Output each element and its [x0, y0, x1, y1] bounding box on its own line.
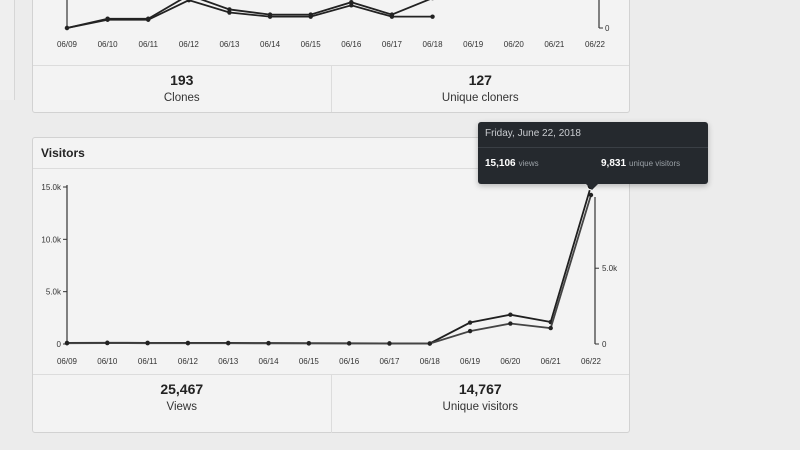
clones-x-tick-label: 06/12	[179, 40, 200, 49]
views-stat: 25,467 Views	[33, 375, 331, 433]
tooltip-arrow	[586, 184, 598, 190]
clones-x-tick-label: 06/11	[139, 40, 159, 49]
unique-cloners-stat: 127 Unique cloners	[330, 66, 630, 112]
tooltip-uniques: 9,831 unique visitors	[601, 158, 680, 169]
clones-x-tick-label: 06/09	[57, 40, 78, 49]
visitors-point-1-0	[64, 341, 70, 346]
unique-visitors-count: 14,767	[458, 381, 502, 397]
clones-x-tick-label: 06/21	[544, 40, 565, 49]
clones-point-1-5	[267, 14, 273, 19]
clones-stats: 193 Clones 127 Unique cloners	[33, 65, 629, 112]
clones-right-zero-label: 0	[605, 24, 610, 33]
visitors-point-1-13	[588, 192, 594, 198]
tooltip-views: 15,106 views	[485, 158, 539, 169]
visitors-point-1-1	[105, 340, 110, 346]
visitors-point-1-6	[306, 341, 312, 346]
visitors-point-1-5	[266, 341, 271, 346]
visitors-left-tick-label: 10.0k	[41, 235, 62, 244]
visitors-left-tick-label: 15.0k	[41, 183, 62, 192]
visitors-x-tick-label: 06/20	[500, 357, 521, 366]
visitors-x-tick-label: 06/09	[57, 357, 78, 366]
visitors-x-tick-label: 06/16	[339, 357, 360, 366]
visitors-point-0-10	[467, 320, 473, 325]
visitors-x-tick-label: 06/10	[97, 357, 118, 366]
chart-tooltip: Friday, June 22, 2018 15,106 views 9,831 u…	[478, 122, 708, 190]
tooltip-uniques-value: 9,831	[601, 158, 627, 169]
unique-visitors-stat: 14,767 Unique visitors	[330, 375, 630, 433]
clones-x-tick-label: 06/13	[219, 40, 240, 49]
tooltip-views-label: views	[518, 159, 539, 168]
tooltip-views-value: 15,106	[485, 158, 516, 169]
clones-stat: 193 Clones	[33, 66, 331, 112]
visitors-left-tick-label: 0	[57, 340, 62, 349]
visitors-left-tick-label: 5.0k	[46, 288, 62, 297]
tooltip-date: Friday, June 22, 2018	[485, 128, 581, 139]
visitors-x-tick-label: 06/21	[541, 357, 562, 366]
clones-point-1-2	[146, 17, 151, 22]
visitors-x-tick-label: 06/15	[299, 357, 320, 366]
visitors-x-tick-label: 06/14	[259, 357, 280, 366]
clones-point-1-0	[64, 25, 70, 31]
clones-x-tick-label: 06/14	[260, 40, 281, 49]
clones-x-tick-label: 06/20	[504, 40, 525, 49]
clones-x-tick-label: 06/10	[98, 40, 119, 49]
visitors-point-1-11	[508, 321, 513, 326]
clones-point-1-9	[430, 14, 435, 19]
unique-visitors-label: Unique visitors	[442, 401, 518, 413]
visitors-point-1-10	[467, 328, 473, 334]
clones-point-1-6	[308, 14, 313, 19]
clones-point-1-4	[227, 10, 232, 15]
visitors-x-tick-label: 06/18	[420, 357, 441, 366]
visitors-point-1-3	[185, 341, 191, 346]
views-label: Views	[166, 401, 197, 413]
clones-point-1-7	[349, 3, 354, 8]
clones-point-1-3	[186, 0, 192, 3]
visitors-series-line-views	[66, 185, 592, 345]
visitors-point-1-12	[548, 325, 553, 331]
clones-x-tick-label: 06/16	[341, 40, 362, 49]
visitors-x-tick-label: 06/13	[218, 357, 239, 366]
visitors-title: Visitors	[41, 146, 85, 160]
visitors-stats: 25,467 Views 14,767 Unique visitors	[33, 374, 629, 433]
clones-x-tick-label: 06/15	[301, 40, 322, 49]
visitors-x-tick-label: 06/19	[460, 357, 481, 366]
visitors-x-tick-label: 06/11	[138, 357, 158, 366]
unique-cloners-label: Unique cloners	[441, 92, 519, 104]
visitors-point-1-4	[226, 341, 231, 346]
visitors-right-tick-label: 0	[602, 340, 607, 349]
visitors-point-0-11	[508, 312, 513, 317]
visitors-chart[interactable]: 0 5.0k 10.0k 15.0k 0 5.0k 06/09 06/10 06/11 06/12…	[33, 169, 629, 402]
clones-point-1-8	[389, 14, 395, 19]
unique-cloners-count: 127	[468, 72, 492, 88]
visitors-x-tick-label: 06/12	[178, 357, 199, 366]
visitors-point-1-7	[346, 341, 352, 346]
visitors-point-1-8	[387, 341, 392, 346]
views-count: 25,467	[160, 381, 204, 397]
clones-point-1-1	[105, 17, 110, 22]
visitors-x-tick-label: 06/22	[581, 357, 602, 366]
clones-x-tick-label: 06/19	[463, 40, 484, 49]
tooltip-uniques-label: unique visitors	[629, 159, 681, 168]
left-sidebar-edge	[0, 0, 15, 100]
clones-label: Clones	[163, 92, 200, 104]
clones-x-tick-label: 06/17	[382, 40, 403, 49]
clones-chart[interactable]: 0 06/09 06/10 06/11 06/12 06/13 06/14 06/15 06/1…	[33, 0, 629, 58]
tooltip-divider	[478, 147, 708, 148]
clones-x-tick-label: 06/18	[423, 40, 444, 49]
visitors-x-tick-label: 06/17	[379, 357, 400, 366]
visitors-point-1-2	[145, 340, 150, 346]
visitors-point-1-9	[427, 341, 432, 346]
clones-series-line-1	[66, 0, 433, 29]
visitors-series-line-unique-visitors	[66, 194, 592, 345]
visitors-right-tick-label: 5.0k	[602, 264, 618, 273]
clones-card: 0 06/09 06/10 06/11 06/12 06/13 06/14 06/15 06/1…	[32, 0, 630, 113]
clones-x-tick-label: 06/22	[585, 40, 606, 49]
clones-count: 193	[170, 72, 194, 88]
traffic-page: 0 06/09 06/10 06/11 06/12 06/13 06/14 06/15 06/1…	[0, 0, 800, 450]
